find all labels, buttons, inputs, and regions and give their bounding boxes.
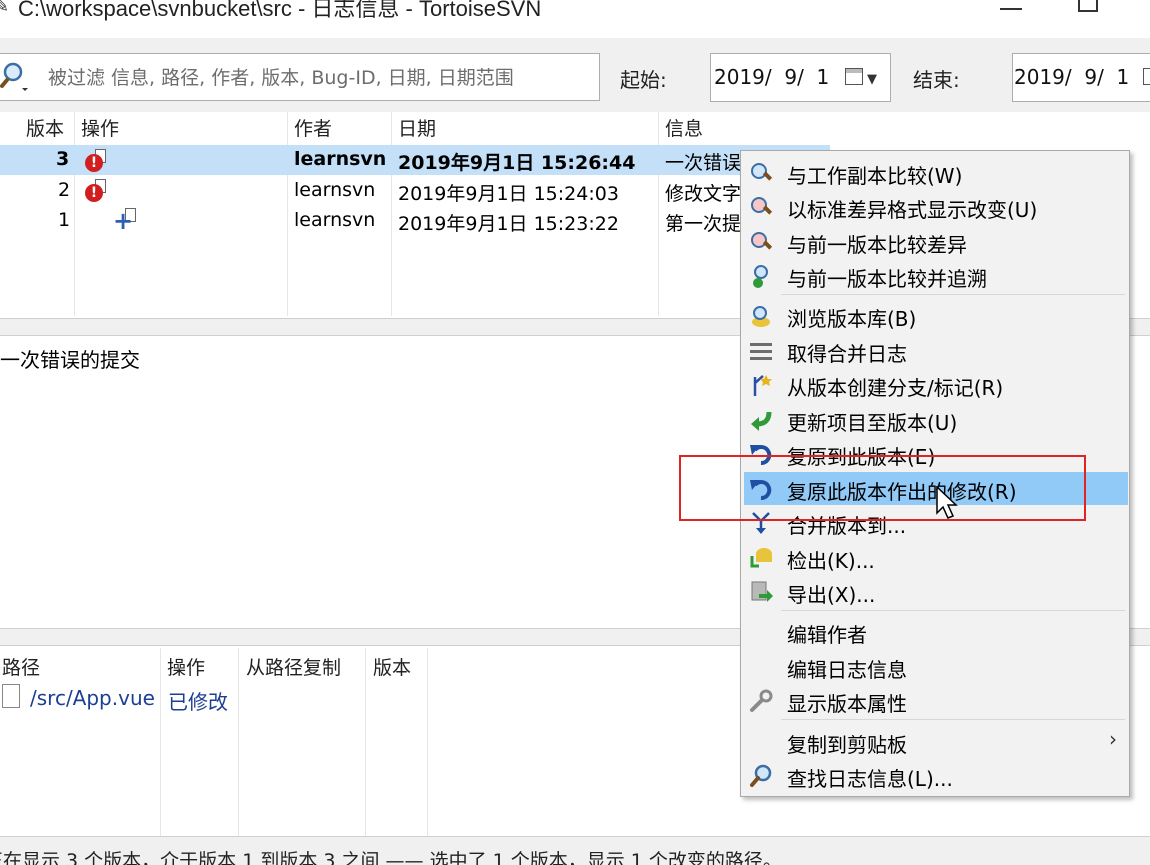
- menu-item-copy-clipboard[interactable]: 复制到剪贴板 ›: [741, 725, 1129, 758]
- menu-separator: [781, 294, 1125, 295]
- maximize-button[interactable]: [1078, 0, 1098, 12]
- column-header-date[interactable]: 日期: [398, 114, 436, 141]
- revision-message: 第一次提: [665, 213, 742, 235]
- menu-item-repo-browser[interactable]: 浏览版本库(B): [741, 299, 1129, 332]
- menu-item-label: 复制到剪贴板: [787, 733, 907, 757]
- checkout-icon: [750, 548, 772, 568]
- menu-separator: [781, 719, 1125, 720]
- menu-item-label: 与工作副本比较(W): [787, 164, 963, 188]
- menu-item-edit-author[interactable]: 编辑作者: [741, 615, 1129, 648]
- branch-tag-icon: [753, 375, 772, 396]
- menu-item-branch-tag[interactable]: 从版本创建分支/标记(R): [741, 368, 1129, 401]
- revision-message: 修改文字: [665, 183, 742, 205]
- column-header-revision[interactable]: 版本: [26, 114, 64, 141]
- status-text: 正在显示 3 个版本，介于版本 1 到版本 3 之间 —— 选中了 1 个版本，…: [0, 850, 782, 865]
- menu-item-checkout[interactable]: 检出(K)...: [741, 541, 1129, 574]
- revision-author: learnsvn: [294, 148, 387, 170]
- revision-date: 2019年9月1日 15:24:03: [398, 183, 619, 205]
- window-title: C:\workspace\svnbucket\src - 日志信息 - Tort…: [18, 0, 542, 21]
- search-placeholder: 被过滤 信息, 路径, 作者, 版本, Bug-ID, 日期, 日期范围: [48, 67, 514, 89]
- column-header-copyfrom[interactable]: 从路径复制: [246, 653, 341, 680]
- changed-path-action: 已修改: [168, 690, 228, 714]
- column-divider[interactable]: [74, 112, 75, 316]
- menu-item-compare-working-copy[interactable]: 与工作副本比较(W): [741, 156, 1129, 189]
- file-icon: [2, 684, 20, 708]
- revision-author: learnsvn: [294, 209, 376, 231]
- menu-separator: [781, 610, 1125, 611]
- start-date-label: 起始:: [620, 68, 667, 92]
- error-modified-icon: !: [85, 154, 103, 172]
- column-header-action[interactable]: 操作: [81, 114, 119, 141]
- column-header-action[interactable]: 操作: [167, 653, 205, 680]
- log-message-text: 一次错误的提交: [0, 348, 140, 372]
- menu-item-label: 与前一版本比较差异: [787, 233, 967, 257]
- changed-path[interactable]: /src/App.vue: [30, 686, 155, 710]
- menu-item-label: 编辑作者: [787, 623, 867, 647]
- menu-item-label: 更新项目至版本(U): [787, 411, 958, 435]
- column-divider[interactable]: [287, 112, 288, 316]
- blame-icon: [753, 265, 768, 288]
- submenu-arrow-icon: ›: [1109, 727, 1117, 751]
- chevron-down-icon[interactable]: ▼: [867, 72, 877, 87]
- column-header-message[interactable]: 信息: [665, 114, 703, 141]
- menu-item-export[interactable]: 导出(X)...: [741, 575, 1129, 608]
- revision-number: 1: [58, 209, 71, 231]
- diff-magnifier-icon: [749, 195, 773, 219]
- repo-browser-icon: [752, 306, 770, 327]
- revision-message: 一次错误: [665, 152, 742, 174]
- added-icon: +: [113, 207, 134, 235]
- column-divider[interactable]: [658, 112, 659, 316]
- calendar-icon[interactable]: [1143, 68, 1150, 85]
- menu-item-label: 导出(X)...: [787, 583, 876, 607]
- menu-item-label: 与前一版本比较并追溯: [787, 267, 987, 291]
- column-divider[interactable]: [365, 648, 366, 836]
- find-icon: [750, 764, 772, 787]
- column-divider[interactable]: [391, 112, 392, 316]
- revision-number: 3: [56, 148, 70, 170]
- menu-item-revision-properties[interactable]: 显示版本属性: [741, 684, 1129, 717]
- revision-date: 2019年9月1日 15:23:22: [398, 213, 619, 235]
- merge-log-icon: [750, 343, 772, 360]
- mouse-cursor-icon: [936, 486, 958, 519]
- compare-magnifier-icon: [749, 161, 773, 185]
- column-header-author[interactable]: 作者: [294, 114, 332, 141]
- app-icon: ✎: [0, 0, 10, 17]
- menu-item-label: 显示版本属性: [787, 692, 907, 716]
- menu-item-label: 浏览版本库(B): [787, 307, 917, 331]
- error-modified-icon: !: [85, 184, 103, 202]
- end-date-value: 2019/ 9/ 1: [1014, 65, 1130, 89]
- menu-item-update-to-revision[interactable]: 更新项目至版本(U): [741, 403, 1129, 436]
- revision-date: 2019年9月1日 15:26:44: [398, 152, 636, 174]
- menu-item-merge-log[interactable]: 取得合并日志: [741, 334, 1129, 367]
- menu-item-label: 以标准差异格式显示改变(U): [787, 198, 1038, 222]
- column-header-revision[interactable]: 版本: [373, 653, 411, 680]
- revision-number: 2: [58, 179, 71, 201]
- revision-author: learnsvn: [294, 179, 376, 201]
- annotation-highlight-box: [679, 455, 1086, 521]
- menu-item-unified-diff[interactable]: 以标准差异格式显示改变(U): [741, 190, 1129, 223]
- column-divider[interactable]: [427, 648, 428, 836]
- calendar-icon[interactable]: [845, 68, 863, 85]
- menu-item-label: 查找日志信息(L)...: [787, 767, 953, 791]
- update-arrow-icon: [751, 411, 772, 431]
- column-header-path[interactable]: 路径: [2, 653, 40, 680]
- search-icon[interactable]: [0, 60, 32, 92]
- menu-item-compare-previous[interactable]: 与前一版本比较差异: [741, 225, 1129, 258]
- menu-item-label: 取得合并日志: [787, 342, 907, 366]
- column-divider[interactable]: [238, 648, 239, 836]
- menu-item-blame-previous[interactable]: 与前一版本比较并追溯: [741, 259, 1129, 292]
- menu-item-label: 检出(K)...: [787, 549, 875, 573]
- column-divider[interactable]: [160, 648, 161, 836]
- menu-item-find-log[interactable]: 查找日志信息(L)...: [741, 759, 1129, 792]
- menu-item-label: 编辑日志信息: [787, 658, 907, 682]
- menu-item-edit-log-message[interactable]: 编辑日志信息: [741, 650, 1129, 683]
- export-icon: [751, 581, 773, 602]
- wrench-icon: [750, 689, 773, 712]
- end-date-label: 结束:: [913, 68, 960, 92]
- compare-previous-icon: [749, 230, 773, 254]
- minimize-button[interactable]: [1000, 8, 1022, 10]
- start-date-value: 2019/ 9/ 1: [714, 65, 830, 89]
- menu-item-label: 从版本创建分支/标记(R): [787, 376, 1004, 400]
